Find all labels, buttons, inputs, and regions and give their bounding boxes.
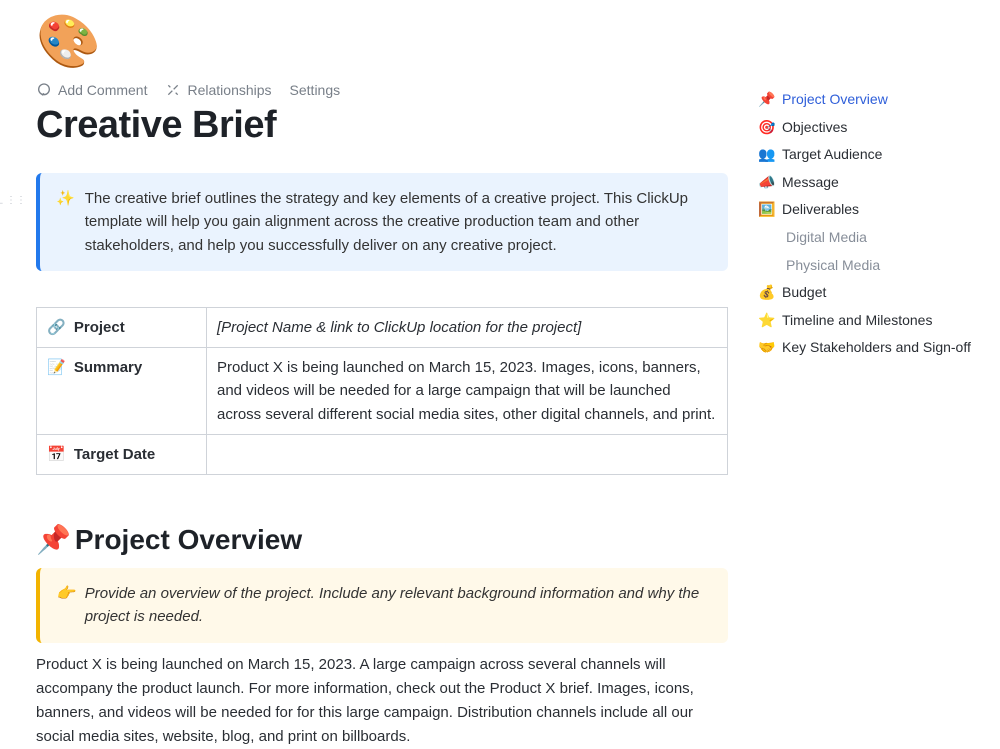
row-icon: 📅 — [47, 446, 66, 463]
outline-item[interactable]: 💰 Budget — [758, 279, 988, 307]
overview-hint-text: Provide an overview of the project. Incl… — [85, 582, 712, 629]
outline-item-icon: 💰 — [758, 283, 776, 303]
relationships-icon — [165, 82, 181, 98]
settings-label: Settings — [290, 82, 341, 98]
outline-item-icon: ⭐ — [758, 311, 776, 331]
relationships-label: Relationships — [187, 82, 271, 98]
comment-icon — [36, 82, 52, 98]
outline-item[interactable]: 🖼️ Deliverables — [758, 196, 988, 224]
sparkle-icon: ✨ — [56, 187, 75, 257]
project-overview-heading: 📌Project Overview — [36, 523, 728, 556]
main-content: 🎨 Add Comment Relationships Settings Cre… — [28, 0, 758, 712]
row-icon: 📝 — [47, 359, 66, 376]
outline-item-label: Key Stakeholders and Sign-off — [782, 338, 971, 358]
outline-item[interactable]: 📣 Message — [758, 169, 988, 197]
info-table: 🔗 Project[Project Name & link to ClickUp… — [36, 307, 728, 475]
settings-button[interactable]: Settings — [290, 82, 341, 98]
outline-item-icon: 📣 — [758, 173, 776, 193]
outline-item-label: Digital Media — [786, 228, 867, 248]
table-row: 📝 SummaryProduct X is being launched on … — [37, 348, 728, 435]
outline-item-label: Project Overview — [782, 90, 888, 110]
overview-hint-callout: 👉 Provide an overview of the project. In… — [36, 568, 728, 643]
table-value-cell[interactable] — [207, 434, 728, 474]
table-label-cell: 🔗 Project — [37, 307, 207, 347]
outline-item-icon: 🤝 — [758, 338, 776, 358]
table-label-cell: 📝 Summary — [37, 348, 207, 435]
outline-item[interactable]: 🎯 Objectives — [758, 114, 988, 142]
outline-item-icon: 👥 — [758, 145, 776, 165]
table-value-cell[interactable]: Product X is being launched on March 15,… — [207, 348, 728, 435]
add-comment-label: Add Comment — [58, 82, 147, 98]
page-title: Creative Brief — [36, 104, 728, 147]
table-row: 📅 Target Date — [37, 434, 728, 474]
table-value-cell[interactable]: [Project Name & link to ClickUp location… — [207, 307, 728, 347]
page-icon[interactable]: 🎨 — [36, 16, 728, 68]
drag-handle-icon[interactable]: ⋮⋮ — [6, 195, 26, 210]
outline-item[interactable]: 👥 Target Audience — [758, 141, 988, 169]
outline-item-icon: 🎯 — [758, 118, 776, 138]
table-row: 🔗 Project[Project Name & link to ClickUp… — [37, 307, 728, 347]
outline-item-icon: 📌 — [758, 90, 776, 110]
outline-panel: 📌 Project Overview 🎯 Objectives 👥 Target Audi… — [758, 0, 1000, 712]
doc-toolbar: Add Comment Relationships Settings — [36, 82, 728, 98]
outline-subitem[interactable]: Physical Media — [758, 252, 988, 280]
project-overview-heading-text: Project Overview — [75, 524, 302, 555]
point-right-icon: 👉 — [56, 582, 75, 629]
left-gutter: ＋ ⋮⋮ — [0, 0, 28, 712]
pushpin-icon: 📌 — [36, 524, 71, 555]
outline-item-label: Physical Media — [786, 256, 880, 276]
overview-body: Product X is being launched on March 15,… — [36, 653, 728, 749]
add-block-icon[interactable]: ＋ — [0, 195, 4, 210]
add-comment-button[interactable]: Add Comment — [36, 82, 147, 98]
outline-item-icon: 🖼️ — [758, 200, 776, 220]
outline-item-label: Timeline and Milestones — [782, 311, 932, 331]
outline-item[interactable]: 📌 Project Overview — [758, 86, 988, 114]
outline-subitem[interactable]: Digital Media — [758, 224, 988, 252]
table-label-cell: 📅 Target Date — [37, 434, 207, 474]
row-icon: 🔗 — [47, 319, 66, 336]
outline-item[interactable]: ⭐ Timeline and Milestones — [758, 307, 988, 335]
outline-item-label: Deliverables — [782, 200, 859, 220]
intro-callout-text: The creative brief outlines the strategy… — [85, 187, 712, 257]
outline-item-label: Objectives — [782, 118, 847, 138]
outline-item-label: Message — [782, 173, 839, 193]
intro-callout: ✨ The creative brief outlines the strate… — [36, 173, 728, 271]
relationships-button[interactable]: Relationships — [165, 82, 271, 98]
outline-item[interactable]: 🤝 Key Stakeholders and Sign-off — [758, 334, 988, 362]
outline-item-label: Target Audience — [782, 145, 882, 165]
outline-item-label: Budget — [782, 283, 826, 303]
outline-list: 📌 Project Overview 🎯 Objectives 👥 Target Audi… — [758, 86, 988, 362]
